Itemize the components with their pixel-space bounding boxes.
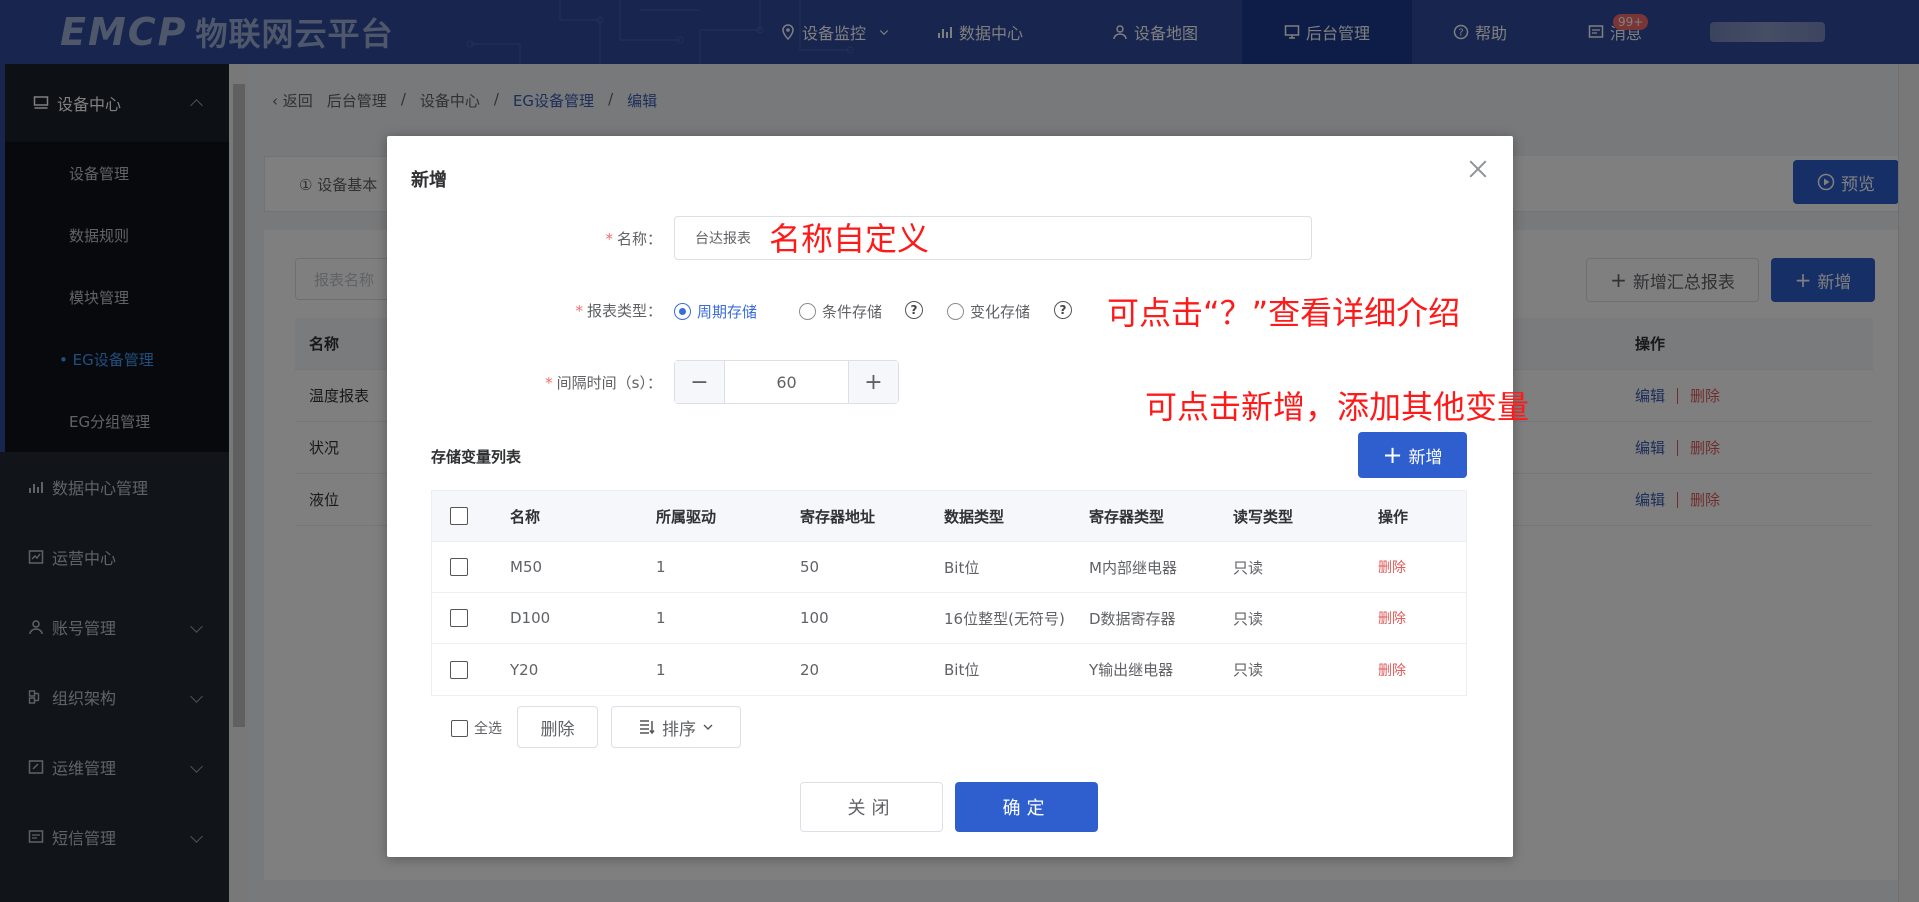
required-asterisk: * xyxy=(575,302,583,320)
plus-icon: + xyxy=(1382,441,1403,469)
row-checkbox[interactable] xyxy=(450,558,468,576)
radio-dot xyxy=(799,303,816,320)
close-icon[interactable] xyxy=(1467,158,1489,180)
annotation-name-hint: 名称自定义 xyxy=(769,220,930,258)
report-type-label-text: 报表类型： xyxy=(586,302,662,320)
variable-name: M50 xyxy=(510,558,543,576)
variable-address: 20 xyxy=(800,660,820,679)
sort-label: 排序 xyxy=(662,719,696,740)
select-all-label: 全选 xyxy=(474,721,502,737)
help-icon[interactable]: ? xyxy=(905,301,923,319)
increment-button[interactable]: + xyxy=(848,361,898,403)
radio-periodic-storage[interactable]: 周期存储 xyxy=(674,301,757,322)
variable-list-title: 存储变量列表 xyxy=(431,448,522,466)
select-all-checkbox[interactable] xyxy=(450,507,468,525)
radio-label: 周期存储 xyxy=(697,303,758,321)
column-header: 读写类型 xyxy=(1233,507,1294,526)
annotation-add-hint: 可点击新增，添加其他变量 xyxy=(1145,388,1530,426)
variable-rw-type: 只读 xyxy=(1233,661,1264,679)
column-header: 操作 xyxy=(1378,507,1409,526)
select-all-footer[interactable]: 全选 xyxy=(451,718,502,738)
row-checkbox[interactable] xyxy=(450,609,468,627)
radio-label: 条件存储 xyxy=(822,303,883,321)
interval-stepper: − 60 + xyxy=(674,360,899,404)
column-header: 数据类型 xyxy=(944,507,1005,526)
required-asterisk: * xyxy=(545,374,553,392)
variable-driver: 1 xyxy=(656,609,666,627)
name-label: * 名称： xyxy=(537,228,662,249)
interval-label: * 间隔时间（s）： xyxy=(477,372,662,393)
variable-name: Y20 xyxy=(510,660,539,679)
variable-address: 100 xyxy=(800,609,829,627)
table-row: M50 1 50 Bit位 M内部继电器 只读 删除 xyxy=(432,542,1466,593)
variable-rw-type: 只读 xyxy=(1233,609,1264,628)
close-button[interactable]: 关闭 xyxy=(800,782,943,832)
variable-name: D100 xyxy=(510,609,551,627)
column-header: 寄存器地址 xyxy=(800,507,876,526)
radio-conditional-storage[interactable]: 条件存储 xyxy=(799,301,882,322)
variable-table: 名称 所属驱动 寄存器地址 数据类型 寄存器类型 读写类型 操作 M50 1 5… xyxy=(431,490,1467,696)
report-type-label: * 报表类型： xyxy=(497,300,662,321)
annotation-help-hint: 可点击“？”查看详细介绍 xyxy=(1107,294,1461,332)
variable-data-type: Bit位 xyxy=(944,558,980,577)
delete-link[interactable]: 删除 xyxy=(1378,608,1406,628)
delete-link[interactable]: 删除 xyxy=(1378,557,1406,577)
table-header: 名称 所属驱动 寄存器地址 数据类型 寄存器类型 读写类型 操作 xyxy=(432,491,1466,542)
variable-address: 50 xyxy=(800,558,820,576)
sort-icon xyxy=(640,720,655,735)
select-all-checkbox[interactable] xyxy=(451,719,468,737)
radio-label: 变化存储 xyxy=(970,303,1031,321)
radio-dot xyxy=(674,303,691,320)
chevron-down-icon xyxy=(703,724,713,730)
confirm-button[interactable]: 确定 xyxy=(955,782,1098,832)
variable-register-type: Y输出继电器 xyxy=(1089,661,1174,679)
delete-link[interactable]: 删除 xyxy=(1378,660,1406,680)
table-row: Y20 1 20 Bit位 Y输出继电器 只读 删除 xyxy=(432,644,1466,695)
report-name-value: 台达报表 xyxy=(695,231,751,247)
variable-data-type: 16位整型(无符号) xyxy=(944,609,1065,628)
variable-data-type: Bit位 xyxy=(944,661,980,679)
help-icon[interactable]: ? xyxy=(1054,301,1072,319)
variable-register-type: M内部继电器 xyxy=(1089,558,1177,577)
column-header: 寄存器类型 xyxy=(1089,507,1165,526)
radio-change-storage[interactable]: 变化存储 xyxy=(947,301,1030,322)
variable-rw-type: 只读 xyxy=(1233,558,1264,577)
interval-value[interactable]: 60 xyxy=(725,361,848,403)
column-header: 所属驱动 xyxy=(656,507,717,526)
batch-delete-button[interactable]: 删除 xyxy=(517,706,598,748)
add-variable-button[interactable]: + 新增 xyxy=(1358,432,1467,478)
add-variable-label: 新增 xyxy=(1408,447,1443,468)
dialog-title: 新增 xyxy=(411,170,447,191)
variable-register-type: D数据寄存器 xyxy=(1089,609,1176,628)
decrement-button[interactable]: − xyxy=(675,361,725,403)
table-row: D100 1 100 16位整型(无符号) D数据寄存器 只读 删除 xyxy=(432,593,1466,644)
variable-driver: 1 xyxy=(656,660,666,679)
required-asterisk: * xyxy=(605,230,613,248)
sort-button[interactable]: 排序 xyxy=(611,706,741,748)
variable-driver: 1 xyxy=(656,558,666,576)
interval-label-text: 间隔时间（s）： xyxy=(556,374,662,392)
name-label-text: 名称： xyxy=(616,230,662,248)
row-checkbox[interactable] xyxy=(450,660,468,679)
radio-dot xyxy=(947,303,964,320)
add-report-dialog: 新增 * 名称： 台达报表 名称自定义 * 报表类型： 周期存储 条件存储 ? 变化… xyxy=(387,136,1529,857)
column-header: 名称 xyxy=(510,507,541,526)
